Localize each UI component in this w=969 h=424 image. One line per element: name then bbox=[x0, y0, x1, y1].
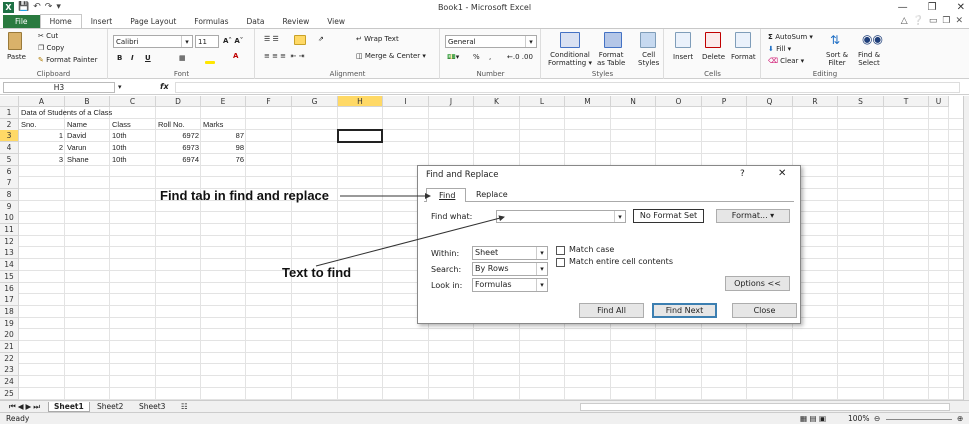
arrow-to-find-what bbox=[315, 215, 505, 267]
annotation-arrows bbox=[315, 193, 505, 267]
